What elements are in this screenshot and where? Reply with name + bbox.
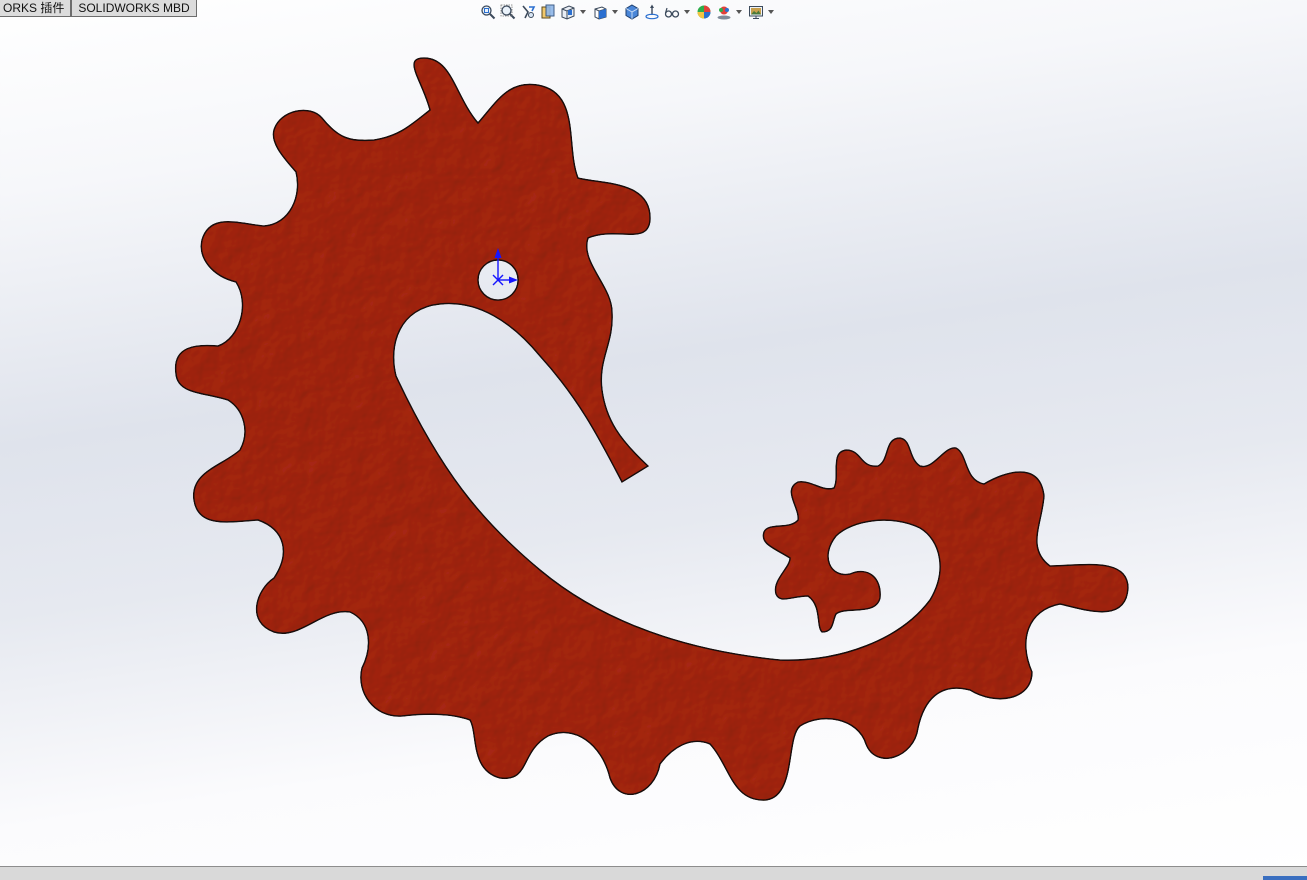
chevron-down-icon (767, 10, 774, 14)
status-bar-indicator[interactable] (1263, 876, 1307, 880)
zoom-to-area-button[interactable] (498, 2, 518, 22)
chevron-down-icon (683, 10, 690, 14)
hide-show-items-button-2[interactable] (662, 2, 682, 22)
hide-show-items-button[interactable] (642, 2, 662, 22)
edit-appearance-button[interactable] (694, 2, 714, 22)
view-orientation-icon (594, 6, 607, 20)
chevron-down-icon (611, 10, 618, 14)
section-view-button[interactable] (538, 2, 558, 22)
previous-view-button[interactable] (518, 2, 538, 22)
zoom-to-fit-icon (481, 5, 496, 20)
chevron-down-icon (579, 10, 586, 14)
tab-solidworks-mbd[interactable]: SOLIDWORKS MBD (71, 0, 197, 17)
apply-scene-button[interactable] (714, 2, 734, 22)
view-orientation-button[interactable] (590, 2, 610, 22)
part-large-gear-lobe (174, 57, 1129, 801)
status-bar (0, 866, 1307, 880)
apply-scene-icon (717, 6, 731, 20)
glasses-icon (664, 7, 680, 18)
previous-view-icon (522, 5, 536, 19)
apply-scene-dropdown[interactable] (734, 2, 743, 22)
dynamic-annotation-views-button[interactable] (558, 2, 578, 22)
display-style-icon (625, 4, 639, 20)
view-settings-dropdown[interactable] (766, 2, 775, 22)
display-style-button[interactable] (622, 2, 642, 22)
hide-show-items-icon (645, 4, 659, 20)
zoom-to-fit-button[interactable] (478, 2, 498, 22)
chevron-down-icon (735, 10, 742, 14)
tab-solidworks-addins[interactable]: ORKS 插件 (0, 0, 72, 17)
view-settings-button[interactable] (746, 2, 766, 22)
heads-up-view-toolbar (478, 2, 775, 22)
hide-show-items-dropdown[interactable] (682, 2, 691, 22)
dynamic-annotation-views-dropdown[interactable] (578, 2, 587, 22)
view-orientation-dropdown[interactable] (610, 2, 619, 22)
command-manager-tabs: ORKS 插件 SOLIDWORKS MBD (0, 0, 197, 17)
zoom-to-area-icon (500, 4, 516, 20)
sheet-gear-part[interactable] (174, 57, 1129, 801)
view-settings-icon (749, 6, 763, 19)
section-view-icon (541, 4, 555, 19)
graphics-viewport[interactable] (0, 0, 1307, 879)
dynamic-annotation-views-icon (561, 5, 575, 20)
edit-appearance-icon (697, 5, 711, 19)
